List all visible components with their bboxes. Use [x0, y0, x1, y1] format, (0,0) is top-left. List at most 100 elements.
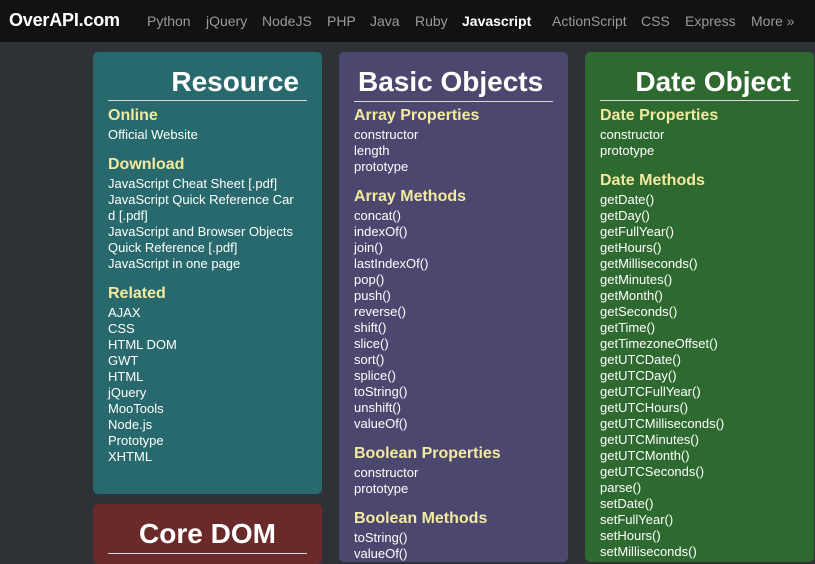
section-heading: Date Methods: [600, 172, 705, 189]
list-item[interactable]: prototype: [354, 159, 558, 175]
nav-item-more[interactable]: More »: [751, 13, 795, 29]
link-prototype[interactable]: Prototype: [108, 433, 312, 449]
list-item[interactable]: constructor: [354, 465, 558, 481]
list-item[interactable]: getUTCMonth(): [600, 448, 804, 464]
link-jquery[interactable]: jQuery: [108, 385, 312, 401]
link-quick-reference-card[interactable]: d [.pdf]: [108, 208, 312, 224]
nav-item-python[interactable]: Python: [147, 13, 191, 29]
list-item[interactable]: indexOf(): [354, 224, 558, 240]
nav-item-php[interactable]: PHP: [327, 13, 356, 29]
date-properties-section: Date Properties constructor prototype: [600, 107, 804, 159]
list-item[interactable]: setDate(): [600, 496, 804, 512]
section-heading: Online: [108, 107, 158, 124]
panel-title: Basic Objects: [354, 65, 553, 102]
link-js-in-one-page[interactable]: JavaScript in one page: [108, 256, 312, 272]
list-item[interactable]: unshift(): [354, 400, 558, 416]
list-item[interactable]: splice(): [354, 368, 558, 384]
link-nodejs[interactable]: Node.js: [108, 417, 312, 433]
link-ajax[interactable]: AJAX: [108, 305, 312, 321]
list-item[interactable]: getTimezoneOffset(): [600, 336, 804, 352]
list-item[interactable]: getMilliseconds(): [600, 256, 804, 272]
link-html-dom[interactable]: HTML DOM: [108, 337, 312, 353]
link-official-website[interactable]: Official Website: [108, 127, 312, 143]
list-item[interactable]: getMinutes(): [600, 272, 804, 288]
date-object-panel: Date Object Date Properties constructor …: [585, 52, 814, 562]
related-section: Related AJAX CSS HTML DOM GWT HTML jQuer…: [108, 285, 312, 465]
link-cheat-sheet-pdf[interactable]: JavaScript Cheat Sheet [.pdf]: [108, 176, 312, 192]
panel-title: Core DOM: [108, 517, 307, 554]
list-item[interactable]: getUTCFullYear(): [600, 384, 804, 400]
nav-item-jquery[interactable]: jQuery: [206, 13, 247, 29]
section-heading: Array Methods: [354, 188, 467, 205]
link-quick-reference-card[interactable]: JavaScript Quick Reference Car: [108, 192, 312, 208]
nav-item-actionscript[interactable]: ActionScript: [552, 13, 627, 29]
core-dom-panel: Core DOM: [93, 504, 322, 564]
list-item[interactable]: getUTCMilliseconds(): [600, 416, 804, 432]
top-navigation-bar: OverAPI.com Python jQuery NodeJS PHP Jav…: [0, 0, 815, 42]
boolean-methods-section: Boolean Methods toString() valueOf(): [354, 510, 558, 562]
panel-title: Date Object: [600, 65, 799, 101]
basic-objects-panel: Basic Objects Array Properties construct…: [339, 52, 568, 562]
list-item[interactable]: setFullYear(): [600, 512, 804, 528]
list-item[interactable]: getHours(): [600, 240, 804, 256]
list-item[interactable]: lastIndexOf(): [354, 256, 558, 272]
site-logo[interactable]: OverAPI.com: [9, 10, 120, 31]
list-item[interactable]: getDate(): [600, 192, 804, 208]
list-item[interactable]: constructor: [600, 127, 804, 143]
list-item[interactable]: getSeconds(): [600, 304, 804, 320]
list-item[interactable]: push(): [354, 288, 558, 304]
list-item[interactable]: shift(): [354, 320, 558, 336]
array-methods-section: Array Methods concat() indexOf() join() …: [354, 188, 558, 432]
list-item[interactable]: setHours(): [600, 528, 804, 544]
list-item[interactable]: parse(): [600, 480, 804, 496]
nav-item-ruby[interactable]: Ruby: [415, 13, 448, 29]
list-item[interactable]: toString(): [354, 384, 558, 400]
nav-item-express[interactable]: Express: [685, 13, 736, 29]
section-heading: Download: [108, 156, 185, 173]
array-properties-section: Array Properties constructor length prot…: [354, 107, 558, 175]
list-item[interactable]: getFullYear(): [600, 224, 804, 240]
link-xhtml[interactable]: XHTML: [108, 449, 312, 465]
list-item[interactable]: setMilliseconds(): [600, 544, 804, 560]
list-item[interactable]: concat(): [354, 208, 558, 224]
nav-item-css[interactable]: CSS: [641, 13, 670, 29]
list-item[interactable]: length: [354, 143, 558, 159]
list-item[interactable]: constructor: [354, 127, 558, 143]
section-heading: Related: [108, 285, 166, 302]
panel-title: Resource: [108, 65, 307, 101]
list-item[interactable]: getDay(): [600, 208, 804, 224]
list-item[interactable]: valueOf(): [354, 416, 558, 432]
list-item[interactable]: prototype: [600, 143, 804, 159]
list-item[interactable]: getUTCDay(): [600, 368, 804, 384]
online-section: Online Official Website: [108, 107, 312, 143]
list-item[interactable]: getMonth(): [600, 288, 804, 304]
list-item[interactable]: prototype: [354, 481, 558, 497]
list-item[interactable]: getUTCHours(): [600, 400, 804, 416]
link-html[interactable]: HTML: [108, 369, 312, 385]
nav-item-javascript[interactable]: Javascript: [462, 13, 531, 29]
list-item[interactable]: reverse(): [354, 304, 558, 320]
section-heading: Boolean Properties: [354, 445, 501, 462]
section-heading: Date Properties: [600, 107, 719, 124]
list-item[interactable]: getTime(): [600, 320, 804, 336]
list-item[interactable]: slice(): [354, 336, 558, 352]
list-item[interactable]: sort(): [354, 352, 558, 368]
date-methods-section: Date Methods getDate() getDay() getFullY…: [600, 172, 804, 560]
download-section: Download JavaScript Cheat Sheet [.pdf] J…: [108, 156, 312, 272]
link-mootools[interactable]: MooTools: [108, 401, 312, 417]
list-item[interactable]: valueOf(): [354, 546, 558, 562]
nav-item-java[interactable]: Java: [370, 13, 400, 29]
link-gwt[interactable]: GWT: [108, 353, 312, 369]
list-item[interactable]: getUTCDate(): [600, 352, 804, 368]
list-item[interactable]: pop(): [354, 272, 558, 288]
link-css[interactable]: CSS: [108, 321, 312, 337]
list-item[interactable]: toString(): [354, 530, 558, 546]
resource-panel: Resource Online Official Website Downloa…: [93, 52, 322, 494]
list-item[interactable]: getUTCMinutes(): [600, 432, 804, 448]
list-item[interactable]: getUTCSeconds(): [600, 464, 804, 480]
link-browser-objects[interactable]: JavaScript and Browser Objects: [108, 224, 312, 240]
nav-item-nodejs[interactable]: NodeJS: [262, 13, 312, 29]
link-browser-objects[interactable]: Quick Reference [.pdf]: [108, 240, 312, 256]
section-heading: Boolean Methods: [354, 510, 488, 527]
list-item[interactable]: join(): [354, 240, 558, 256]
